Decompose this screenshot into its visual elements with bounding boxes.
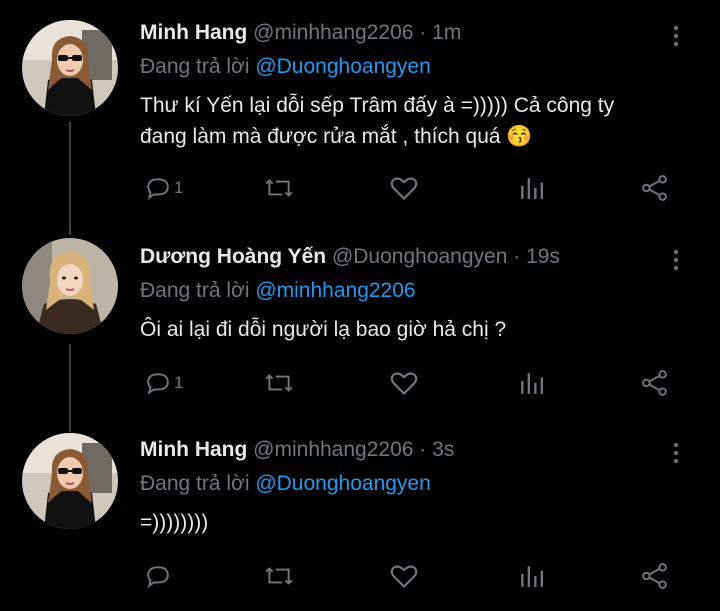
avatar[interactable] — [22, 238, 118, 334]
author-name[interactable]: Dương Hoàng Yến — [140, 245, 326, 268]
reply-mention-link[interactable]: @minhhang2206 — [255, 279, 415, 302]
separator-dot: · — [419, 438, 427, 461]
analytics-icon — [521, 566, 544, 587]
replying-to-label: Đang trả lời — [140, 472, 250, 495]
share-icon — [642, 370, 667, 396]
more-icon[interactable] — [670, 441, 682, 465]
retweet-icon — [265, 374, 293, 392]
analytics-button[interactable] — [518, 171, 544, 205]
avatar[interactable] — [22, 433, 118, 529]
like-button[interactable] — [390, 171, 418, 205]
tweet-text: Thư kí Yến lại dỗi sếp Trâm đấy à =)))))… — [140, 90, 680, 152]
reply-button[interactable] — [145, 559, 174, 593]
reply-icon — [147, 373, 169, 396]
like-icon — [390, 372, 418, 395]
tweet[interactable]: Minh Hang @minhhang2206 · 3s Đang trả lờ… — [0, 433, 720, 607]
like-icon — [390, 565, 418, 588]
avatar[interactable] — [22, 20, 118, 116]
author-name[interactable]: Minh Hang — [140, 438, 247, 461]
tweet[interactable]: Minh Hang @minhhang2206 · 1m Đang trả lờ… — [0, 20, 720, 225]
retweet-button[interactable] — [264, 559, 294, 593]
analytics-button[interactable] — [518, 366, 544, 400]
replying-to: Đang trả lời @Duonghoangyen — [140, 471, 431, 497]
separator-dot: · — [513, 245, 521, 268]
replying-to-label: Đang trả lời — [140, 279, 250, 302]
more-icon[interactable] — [670, 248, 682, 272]
share-icon — [642, 175, 667, 201]
replying-to: Đang trả lời @minhhang2206 — [140, 278, 416, 304]
reply-icon — [147, 566, 169, 589]
tweet-text-line: đang làm mà được rửa mắt , thích quá 😚 — [140, 125, 533, 148]
tweet-actions — [140, 559, 685, 593]
like-button[interactable] — [390, 366, 418, 400]
share-button[interactable] — [640, 366, 670, 400]
separator-dot: · — [419, 21, 427, 44]
tweet-text-line: Thư kí Yến lại dỗi sếp Trâm đấy à =)))))… — [140, 94, 615, 117]
reply-count: 1 — [174, 178, 184, 197]
reply-mention-link[interactable]: @Duonghoangyen — [255, 472, 430, 495]
analytics-icon — [521, 178, 544, 199]
analytics-icon — [521, 373, 544, 394]
timestamp[interactable]: 1m — [432, 21, 461, 44]
tweet-actions: 1 — [140, 366, 685, 400]
reply-count: 1 — [174, 373, 184, 392]
author-handle[interactable]: @minhhang2206 — [253, 21, 413, 44]
share-button[interactable] — [640, 559, 670, 593]
tweet-text-line: Ôi ai lại đi dỗi người lạ bao giờ hả chị… — [140, 318, 507, 341]
author-handle[interactable]: @Duonghoangyen — [332, 245, 507, 268]
woman-sunglasses-avatar-image — [22, 20, 118, 116]
replying-to: Đang trả lời @Duonghoangyen — [140, 54, 431, 80]
tweet[interactable]: Dương Hoàng Yến @Duonghoangyen · 19s Đan… — [0, 238, 720, 420]
tweet-text: =)))))))) — [140, 507, 680, 538]
like-icon — [390, 177, 418, 200]
reply-button[interactable]: 1 — [145, 171, 183, 205]
retweet-icon — [265, 179, 293, 197]
retweet-icon — [265, 567, 293, 585]
reply-button[interactable]: 1 — [145, 366, 183, 400]
tweet-actions: 1 — [140, 171, 685, 205]
retweet-button[interactable] — [264, 171, 294, 205]
more-icon[interactable] — [670, 24, 682, 48]
woman-blonde-avatar-image — [22, 238, 118, 334]
author-name[interactable]: Minh Hang — [140, 21, 247, 44]
author-handle[interactable]: @minhhang2206 — [253, 438, 413, 461]
analytics-button[interactable] — [518, 559, 544, 593]
share-button[interactable] — [640, 171, 670, 205]
tweet-text: Ôi ai lại đi dỗi người lạ bao giờ hả chị… — [140, 314, 680, 345]
tweet-text-line: =)))))))) — [140, 511, 209, 534]
timestamp[interactable]: 19s — [526, 245, 560, 268]
reply-mention-link[interactable]: @Duonghoangyen — [255, 55, 430, 78]
retweet-button[interactable] — [264, 366, 294, 400]
replying-to-label: Đang trả lời — [140, 55, 250, 78]
share-icon — [642, 563, 667, 589]
woman-sunglasses-avatar-image — [22, 433, 118, 529]
reply-icon — [147, 178, 169, 201]
like-button[interactable] — [390, 559, 418, 593]
timestamp[interactable]: 3s — [432, 438, 454, 461]
